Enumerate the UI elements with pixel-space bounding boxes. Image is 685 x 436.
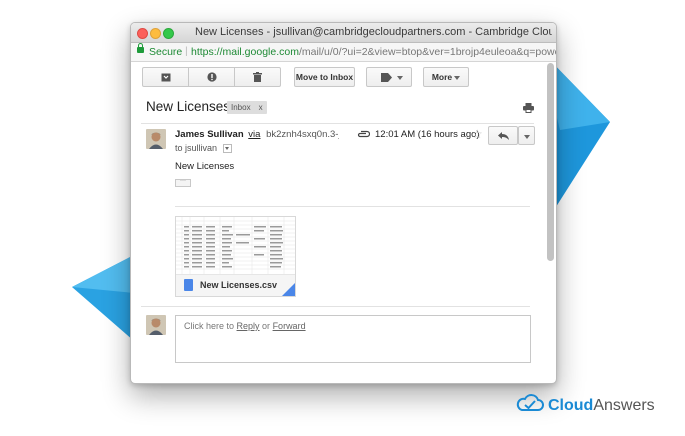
- reply-link[interactable]: Reply: [237, 321, 260, 331]
- report-spam-button[interactable]: [188, 67, 235, 87]
- attachment-clip-icon: [357, 130, 370, 138]
- reply-prompt: Click here to Reply or Forward: [184, 321, 306, 331]
- window-titlebar: New Licenses - jsullivan@cambridgecloudp…: [131, 23, 556, 43]
- trash-icon: [253, 72, 262, 82]
- more-label: More: [431, 72, 453, 82]
- close-window-button[interactable]: [137, 28, 148, 39]
- cloud-logo-icon: [516, 394, 544, 411]
- body-divider: [175, 206, 530, 207]
- window-title: New Licenses - jsullivan@cambridgecloudp…: [195, 26, 552, 38]
- url-host: https://mail.google.com: [191, 46, 299, 58]
- email-subject: New Licenses: [146, 99, 231, 114]
- more-actions-button[interactable]: [518, 126, 535, 145]
- show-details-button[interactable]: [222, 144, 232, 154]
- recipient-text: to jsullivan: [175, 143, 218, 153]
- brand-part2: Answers: [593, 397, 655, 414]
- sender-line: James Sullivan via bk2znh4sxq0n.3-jvcver: [175, 129, 339, 140]
- print-icon[interactable]: [523, 103, 534, 113]
- email-timestamp: 12:01 AM (16 hours ago): [375, 129, 480, 140]
- reply-arrow-icon: [497, 132, 509, 140]
- reply-prompt-prefix: Click here to: [184, 321, 237, 331]
- secure-label: Secure: [149, 46, 183, 58]
- attachment-footer: New Licenses.csv: [176, 274, 295, 296]
- archive-button[interactable]: [142, 67, 189, 87]
- browser-window: New Licenses - jsullivan@cambridgecloudp…: [130, 22, 557, 384]
- own-avatar: [146, 315, 166, 335]
- action-button-group: [142, 67, 282, 87]
- inbox-label-text: Inbox: [231, 103, 251, 112]
- url-path: /mail/u/0/?ui=2&view=btop&ver=1brojp4eul…: [298, 46, 556, 58]
- vertical-scrollbar[interactable]: [547, 63, 554, 261]
- archive-icon: [161, 73, 170, 82]
- recipient-line: to jsullivan: [175, 143, 232, 154]
- address-separator: |: [185, 45, 188, 57]
- zoom-window-button[interactable]: [163, 28, 174, 39]
- report-spam-icon: [206, 72, 217, 82]
- via-link[interactable]: via: [248, 129, 260, 140]
- delete-button[interactable]: [234, 67, 281, 87]
- header-divider: [141, 123, 534, 124]
- sender-address: bk2znh4sxq0n.3-jvcver: [266, 129, 339, 140]
- spreadsheet-preview-thumbnail: [176, 217, 295, 275]
- star-icon[interactable]: ☆: [472, 127, 483, 141]
- brand-wordmark: CloudAnswers: [548, 397, 655, 415]
- forward-link[interactable]: Forward: [273, 321, 306, 331]
- remove-label-button[interactable]: x: [259, 103, 263, 112]
- lock-icon: [137, 43, 144, 53]
- more-button[interactable]: More: [423, 67, 469, 87]
- sender-name[interactable]: James Sullivan: [175, 129, 244, 140]
- attachment-card[interactable]: New Licenses.csv: [175, 216, 296, 297]
- chevron-down-icon: [397, 76, 403, 80]
- labels-button[interactable]: [366, 67, 412, 87]
- reply-button[interactable]: [488, 126, 518, 145]
- reply-prompt-middle: or: [259, 321, 273, 331]
- address-bar[interactable]: Secure | https://mail.google.com/mail/u/…: [131, 43, 556, 62]
- minimize-window-button[interactable]: [150, 28, 161, 39]
- email-body: New Licenses: [175, 161, 235, 172]
- brand-part1: Cloud: [548, 397, 594, 414]
- label-tag-icon: [380, 73, 392, 82]
- attachment-filename: New Licenses.csv: [200, 280, 278, 290]
- chevron-down-icon: [454, 76, 460, 80]
- quick-reply-box[interactable]: Click here to Reply or Forward: [175, 315, 531, 363]
- page-fold-corner: [282, 283, 295, 296]
- reply-divider: [141, 306, 530, 307]
- show-trimmed-content-button[interactable]: ···: [175, 178, 191, 187]
- file-document-icon: [184, 279, 193, 291]
- move-to-inbox-button[interactable]: Move to Inbox: [294, 67, 355, 87]
- mail-toolbar: Move to Inbox More: [131, 63, 546, 89]
- chevron-down-icon: [523, 135, 530, 139]
- url-text[interactable]: https://mail.google.com/mail/u/0/?ui=2&v…: [191, 46, 556, 58]
- inbox-label-chip[interactable]: Inbox x: [227, 101, 267, 114]
- sender-avatar[interactable]: [146, 129, 166, 149]
